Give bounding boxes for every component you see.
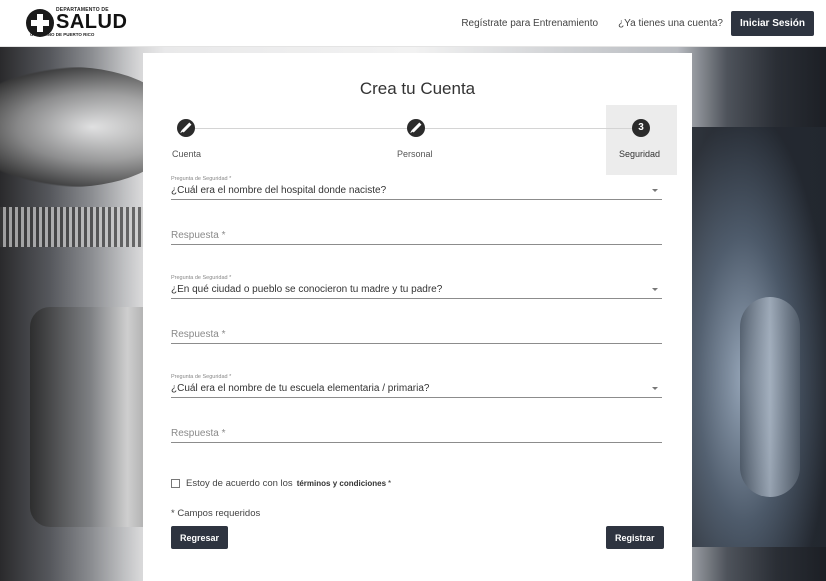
pencil-icon (181, 122, 191, 133)
step-3-label: Seguridad (619, 149, 661, 159)
answer-1-input[interactable] (171, 230, 662, 241)
security-question-2: Pregunta de Seguridad * ¿En qué ciudad o… (171, 275, 662, 299)
bg-microscope-knob (0, 207, 150, 247)
step-2-circle[interactable] (407, 119, 425, 137)
login-button[interactable]: Iniciar Sesión (730, 10, 814, 36)
register-card: Crea tu Cuenta Cuenta Personal 3 Segurid… (143, 53, 692, 581)
question-1-select[interactable]: ¿Cuál era el nombre del hospital donde n… (171, 182, 662, 200)
step-connector (420, 128, 632, 129)
bg-test-tube (740, 297, 800, 497)
terms-required-mark: * (388, 479, 392, 488)
security-question-3: Pregunta de Seguridad * ¿Cuál era el nom… (171, 374, 662, 398)
caret-down-icon (652, 387, 658, 390)
step-connector (190, 128, 408, 129)
caret-down-icon (652, 189, 658, 192)
stepper: Cuenta Personal 3 Seguridad (143, 105, 692, 177)
terms-row: Estoy de acuerdo con los términos y cond… (171, 478, 391, 489)
step-2-label: Personal (397, 149, 433, 159)
active-step-highlight (606, 105, 677, 175)
caret-down-icon (652, 288, 658, 291)
health-cross-icon (26, 9, 54, 37)
answer-3-input[interactable] (171, 428, 662, 439)
step-1-circle[interactable] (177, 119, 195, 137)
register-button[interactable]: Registrar (606, 526, 664, 549)
answer-2-field (171, 322, 662, 344)
terms-checkbox[interactable] (171, 479, 180, 488)
step-3-circle[interactable]: 3 (632, 119, 650, 137)
question-3-value: ¿Cuál era el nombre de tu escuela elemen… (171, 383, 430, 394)
question-2-value: ¿En qué ciudad o pueblo se conocieron tu… (171, 284, 443, 295)
answer-1-field (171, 223, 662, 245)
top-navbar: DEPARTAMENTO DE SALUD GOBIERNO DE PUERTO… (0, 0, 826, 47)
terms-text: Estoy de acuerdo con los (186, 478, 293, 489)
answer-3-wrapper (171, 421, 662, 443)
back-button[interactable]: Regresar (171, 526, 229, 549)
salud-logo[interactable]: DEPARTAMENTO DE SALUD GOBIERNO DE PUERTO… (26, 8, 127, 38)
page-title: Crea tu Cuenta (359, 79, 476, 98)
question-2-select[interactable]: ¿En qué ciudad o pueblo se conocieron tu… (171, 281, 662, 299)
question-1-value: ¿Cuál era el nombre del hospital donde n… (171, 185, 387, 196)
answer-2-wrapper (171, 322, 662, 344)
answer-2-input[interactable] (171, 329, 662, 340)
question-3-select[interactable]: ¿Cuál era el nombre de tu escuela elemen… (171, 380, 662, 398)
answer-3-field (171, 421, 662, 443)
security-question-1: Pregunta de Seguridad * ¿Cuál era el nom… (171, 176, 662, 200)
logo-name: SALUD (56, 11, 128, 34)
terms-link[interactable]: términos y condiciones (297, 479, 386, 488)
training-register-link[interactable]: Regístrate para Entrenamiento (461, 18, 598, 29)
step-1-label: Cuenta (172, 149, 202, 159)
pencil-icon (411, 122, 421, 133)
required-note: * Campos requeridos (171, 508, 261, 519)
answer-1-wrapper (171, 223, 662, 245)
logo-text: DEPARTAMENTO DE SALUD GOBIERNO DE PUERTO… (30, 8, 128, 38)
account-question: ¿Ya tienes una cuenta? (618, 17, 723, 29)
